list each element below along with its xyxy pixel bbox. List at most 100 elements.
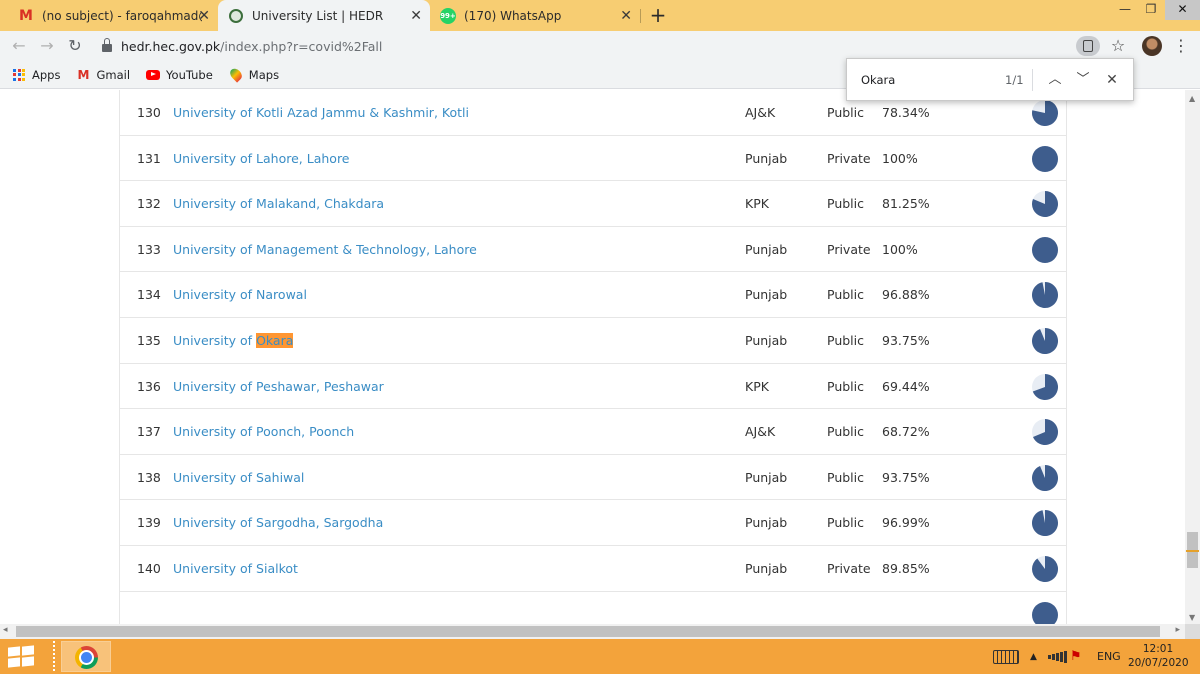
row-number: 138 <box>137 469 161 485</box>
apps-icon <box>12 68 26 82</box>
close-icon[interactable]: ✕ <box>410 8 422 24</box>
university-link[interactable]: University of Sialkot <box>173 546 298 592</box>
pie-chart-icon <box>1031 373 1059 401</box>
university-link[interactable]: University of Sahiwal <box>173 455 304 501</box>
table-row: 133 University of Management & Technology… <box>120 227 1066 273</box>
close-icon[interactable]: ✕ <box>1102 70 1122 90</box>
browser-toolbar: ← → ↻ hedr.hec.gov.pk/index.php?r=covid%… <box>0 31 1200 61</box>
back-arrow-icon[interactable]: ← <box>8 35 30 57</box>
find-input[interactable]: Okara <box>861 73 895 87</box>
chevron-up-icon[interactable]: ︿ <box>1045 70 1065 90</box>
bookmark-gmail[interactable]: M Gmail <box>76 68 130 82</box>
tab-hedr[interactable]: University List | HEDR ✕ <box>218 0 430 31</box>
university-link[interactable]: University of Peshawar, Peshawar <box>173 364 384 410</box>
address-bar[interactable]: hedr.hec.gov.pk/index.php?r=covid%2Fall <box>92 34 1132 58</box>
tab-title: University List | HEDR <box>252 8 384 23</box>
chevron-down-icon[interactable]: ﹀ <box>1073 70 1093 90</box>
input-language[interactable]: ENG <box>1097 639 1121 674</box>
province-cell: KPK <box>745 196 769 212</box>
sector-cell: Public <box>827 469 864 485</box>
sector-cell: Public <box>827 515 864 531</box>
reload-icon[interactable]: ↻ <box>64 35 86 57</box>
scroll-right-icon[interactable]: ▸ <box>1175 625 1180 635</box>
university-link[interactable]: University of Sargodha, Sargodha <box>173 500 383 546</box>
university-link[interactable]: University of Management & Technology, L… <box>173 227 477 273</box>
university-link[interactable]: University of Malakand, Chakdara <box>173 181 384 227</box>
scroll-left-icon[interactable]: ◂ <box>3 625 8 635</box>
tab-strip: M (no subject) - faroqahmad@gmail.com ✕ … <box>0 0 1200 31</box>
province-cell: Punjab <box>745 150 788 166</box>
province-cell: AJ&K <box>745 105 776 120</box>
university-link[interactable]: University of Okara <box>173 318 294 364</box>
gmail-icon: M <box>19 7 33 24</box>
taskbar-chrome-button[interactable] <box>61 641 111 672</box>
percentage-cell: 96.88% <box>882 287 930 303</box>
pie-chart-icon <box>1031 601 1059 624</box>
lock-icon[interactable] <box>102 38 112 52</box>
hec-icon <box>228 8 244 24</box>
table-row: 135 University of Okara Punjab Public 93.75% <box>120 318 1066 364</box>
sector-cell: Private <box>827 560 871 576</box>
bookmark-star-icon[interactable]: ☆ <box>1108 35 1128 57</box>
university-link[interactable]: University of Kotli Azad Jammu & Kashmir… <box>173 90 469 136</box>
province-cell: Punjab <box>745 515 788 531</box>
clock-time: 12:01 <box>1142 643 1174 655</box>
table-row: 137 University of Poonch, Poonch AJ&K Publi… <box>120 409 1066 455</box>
minimize-button[interactable]: — <box>1112 0 1138 20</box>
scroll-down-icon[interactable]: ▼ <box>1189 613 1195 622</box>
vertical-scrollbar[interactable]: ▲ ▼ <box>1185 90 1200 624</box>
row-number: 131 <box>137 150 161 166</box>
page-action-button[interactable] <box>1076 36 1100 56</box>
tab-gmail[interactable]: M (no subject) - faroqahmad@gmail.com ✕ <box>8 0 218 31</box>
maximize-button[interactable]: ❐ <box>1138 0 1164 20</box>
university-link[interactable]: University of Narowal <box>173 272 307 318</box>
table-row: 138 University of Sahiwal Punjab Public 93.7… <box>120 455 1066 501</box>
new-tab-button[interactable]: + <box>648 4 668 26</box>
forward-arrow-icon[interactable]: → <box>36 35 58 57</box>
province-cell: Punjab <box>745 287 788 303</box>
taskbar: ▲ ⚑ ENG 12:01 20/07/2020 <box>0 639 1200 674</box>
chrome-icon <box>75 646 98 669</box>
youtube-icon <box>146 68 161 82</box>
close-icon[interactable]: ✕ <box>198 8 210 24</box>
pie-chart-icon <box>1031 464 1059 492</box>
tray-overflow-icon[interactable]: ▲ <box>1030 639 1037 674</box>
table-row-partial <box>120 592 1066 624</box>
bookmark-label: YouTube <box>166 67 213 82</box>
percentage-cell: 100% <box>882 241 918 257</box>
menu-dots-icon[interactable]: ⋮ <box>1172 35 1190 57</box>
percentage-cell: 93.75% <box>882 469 930 485</box>
horizontal-scrollbar[interactable]: ◂ ▸ <box>0 624 1185 639</box>
bookmark-maps[interactable]: Maps <box>227 66 279 83</box>
tab-title: (170) WhatsApp <box>464 8 562 23</box>
sector-cell: Public <box>827 332 864 348</box>
scrollbar-corner <box>1185 624 1200 639</box>
table-row: 134 University of Narowal Punjab Public 96.8… <box>120 272 1066 318</box>
tab-title: (no subject) - faroqahmad@gmail.com <box>42 8 202 23</box>
table-row: 131 University of Lahore, Lahore Punjab Pri… <box>120 136 1066 182</box>
find-highlight: Okara <box>256 332 294 348</box>
scroll-up-icon[interactable]: ▲ <box>1189 94 1195 103</box>
university-link[interactable]: University of Lahore, Lahore <box>173 136 350 182</box>
avatar[interactable] <box>1142 36 1162 56</box>
row-number: 136 <box>137 378 161 394</box>
gmail-icon: M <box>77 67 90 82</box>
bookmark-youtube[interactable]: YouTube <box>146 68 213 82</box>
windows-start-icon[interactable] <box>8 645 36 668</box>
touch-keyboard-icon[interactable] <box>993 639 1019 674</box>
scrollbar-thumb[interactable] <box>16 626 1160 637</box>
action-center-flag-icon[interactable]: ⚑ <box>1070 639 1082 674</box>
university-link[interactable]: University of Poonch, Poonch <box>173 409 354 455</box>
network-signal-icon[interactable] <box>1048 639 1068 674</box>
bookmark-apps[interactable]: Apps <box>12 68 60 82</box>
taskbar-clock[interactable]: 12:01 20/07/2020 <box>1128 642 1189 670</box>
window-close-button[interactable]: ✕ <box>1165 0 1200 20</box>
tab-whatsapp[interactable]: 99+ (170) WhatsApp ✕ <box>430 0 640 31</box>
close-icon[interactable]: ✕ <box>620 8 632 24</box>
pie-slice <box>1032 327 1059 354</box>
percentage-cell: 68.72% <box>882 424 930 440</box>
bookmark-label: Apps <box>32 67 61 82</box>
pie-slice <box>1032 464 1059 491</box>
sector-cell: Private <box>827 150 871 166</box>
divider <box>1032 69 1033 91</box>
